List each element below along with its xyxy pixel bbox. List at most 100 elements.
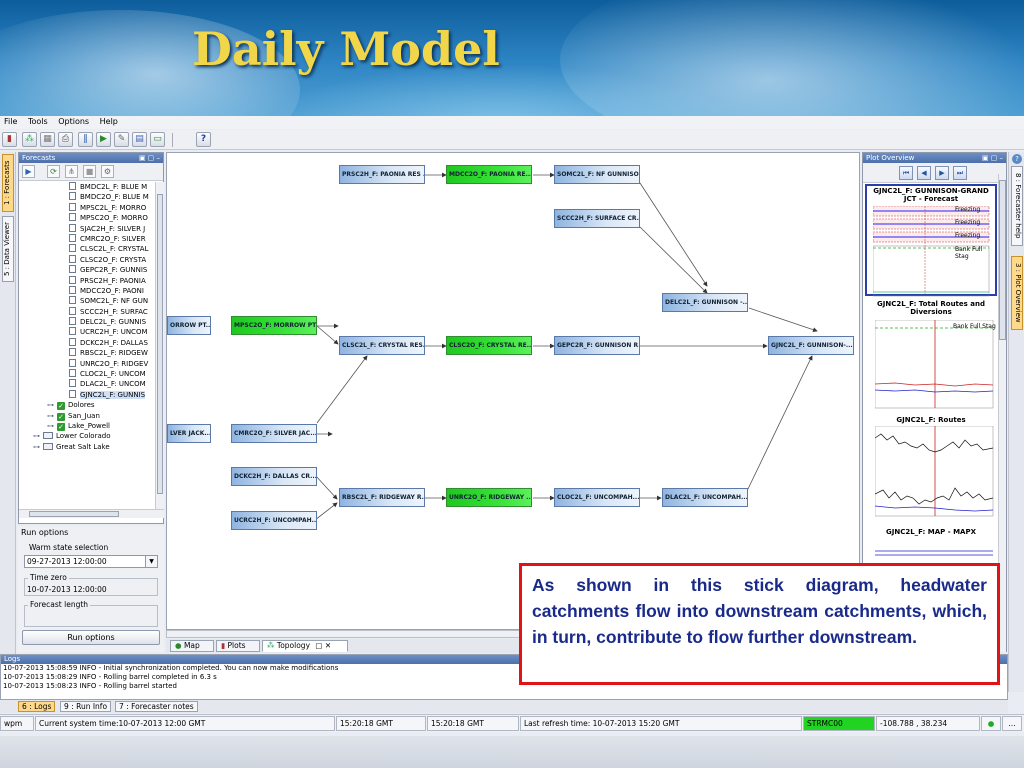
tab-logs[interactable]: 6 : Logs [18,701,56,712]
plot-card-routes[interactable]: GJNC2L_F: Routes [865,416,997,524]
tree-item[interactable]: DCKC2H_F: DALLAS [19,337,155,348]
tree-horizontal-scrollbar[interactable] [19,509,164,518]
tree-group[interactable]: ⊶ ✓ Lake_Powell [19,421,155,431]
menu-tools[interactable]: Tools [24,116,52,127]
node-prsc2h[interactable]: PRSC2H_F: PAONIA RES ... [339,165,425,184]
node-ucrc2h[interactable]: UCRC2H_F: UNCOMPAH... [231,511,317,530]
tree-item[interactable]: PRSC2H_F: PAONIA [19,275,155,286]
tree-item[interactable]: BMDC2O_F: BLUE M [19,192,155,202]
plot-card-forecast[interactable]: GJNC2L_F: GUNNISON-GRAND JCT - Forecast … [865,184,997,297]
expand-toggle-icon[interactable]: ⊶ [33,442,43,452]
run-options-button[interactable]: Run options [22,630,160,645]
tree-folder[interactable]: ⊶ Great Salt Lake [19,442,155,452]
tree-item[interactable]: MDCC2O_F: PAONI [19,285,155,296]
network-icon[interactable]: ⁂ [22,132,37,147]
previous-icon[interactable]: ◀ [917,166,931,180]
tree-item[interactable]: SCCC2H_F: SURFAC [19,306,155,317]
tab-plot-overview[interactable]: 3 : Plot Overview [1011,256,1023,330]
expand-toggle-icon[interactable]: ⊶ [47,400,57,410]
tab-forecaster-help[interactable]: 8 : Forecaster help [1011,166,1023,246]
node-clsc2o[interactable]: CLSC2O_F: CRYSTAL RE... [446,336,532,355]
grid-icon[interactable]: ▦ [40,132,55,147]
tree-item[interactable]: DELC2L_F: GUNNIS [19,317,155,327]
first-icon[interactable]: ⏮ [899,166,913,180]
tab-forecasts[interactable]: 1 : Forecasts [2,154,14,212]
tree-item[interactable]: UCRC2H_F: UNCOM [19,327,155,337]
node-unrc2o[interactable]: UNRC2O_F: RIDGEWAY ... [446,488,532,507]
node-gepc2r[interactable]: GEPC2R_F: GUNNISON R... [554,336,640,355]
tree-item[interactable]: CLOC2L_F: UNCOM [19,369,155,379]
tab-map[interactable]: ● Map [170,640,214,652]
node-silver[interactable]: LVER JACK... [167,424,211,443]
menu-options[interactable]: Options [54,116,93,127]
node-clsc2l[interactable]: CLSC2L_F: CRYSTAL RES... [339,336,425,355]
tree-item[interactable]: DLAC2L_F: UNCOM [19,379,155,389]
checkbox-icon[interactable]: ✓ [57,402,65,411]
tree-item[interactable]: GJNC2L_F: GUNNIS [19,389,155,400]
scrollbar-thumb[interactable] [999,180,1006,340]
tab-forecaster-notes[interactable]: 7 : Forecaster notes [115,701,198,712]
expand-toggle-icon[interactable]: ⊶ [47,421,57,431]
tree-item[interactable]: MPSC2O_F: MORRO [19,213,155,223]
tree-group[interactable]: ⊶ ✓ San_Juan [19,411,155,421]
tree-item[interactable]: CMRC2O_F: SILVER [19,233,155,244]
help-icon[interactable]: ? [1012,154,1022,164]
document-icon[interactable]: ▤ [132,132,147,147]
tree-item[interactable]: MPSC2L_F: MORRO [19,202,155,213]
status-more[interactable]: ... [1002,716,1022,731]
play-icon[interactable]: ▶ [22,165,35,178]
hierarchy-icon[interactable]: ⋔ [65,165,78,178]
panel-window-controls[interactable]: ▣ ▢ – [982,153,1003,163]
tree-item[interactable]: CLSC2O_F: CRYSTA [19,254,155,265]
node-cloc2l[interactable]: CLOC2L_F: UNCOMPAH... [554,488,640,507]
scrollbar-thumb[interactable] [157,194,163,494]
help-button[interactable]: ? [196,132,211,147]
tree-item[interactable]: CLSC2L_F: CRYSTAL [19,244,155,254]
menu-file[interactable]: File [0,116,21,127]
tree-vertical-scrollbar[interactable] [155,182,164,509]
last-icon[interactable]: ⏭ [953,166,967,180]
refresh-icon[interactable]: ⟳ [47,165,60,178]
tree-folder[interactable]: ⊶ Lower Colorado [19,431,155,441]
checkbox-icon[interactable]: ✓ [57,422,65,431]
tab-plots[interactable]: ▮ Plots [216,640,260,652]
tab-data-viewer[interactable]: 5 : Data Viewer [2,216,14,282]
node-rbsc2l[interactable]: RBSC2L_F: RIDGEWAY R... [339,488,425,507]
tree-item[interactable]: SOMC2L_F: NF GUN [19,296,155,306]
window-controls-icon[interactable]: ▢ ✕ [315,641,331,650]
tree-item[interactable]: UNRC2O_F: RIDGEV [19,358,155,369]
tab-topology[interactable]: ⁂ Topology ▢ ✕ [262,640,348,652]
chart-icon[interactable]: ▮ [2,132,17,147]
node-sccc2h[interactable]: SCCC2H_F: SURFACE CR... [554,209,640,228]
edit-icon[interactable]: ✎ [114,132,129,147]
node-dlac2l[interactable]: DLAC2L_F: UNCOMPAH... [662,488,748,507]
stop-icon[interactable]: ■ [83,165,96,178]
node-somc2l[interactable]: SOMC2L_F: NF GUNNISO... [554,165,640,184]
columns-icon[interactable]: ‖ [78,132,93,147]
tree-item[interactable]: GEPC2R_F: GUNNIS [19,265,155,275]
expand-toggle-icon[interactable]: ⊶ [33,431,43,441]
node-dckc2h[interactable]: DCKC2H_F: DALLAS CR... [231,467,317,486]
plot-card-map[interactable]: GJNC2L_F: MAP - MAPX [865,528,997,558]
scrollbar-thumb[interactable] [29,511,119,517]
checkbox-icon[interactable]: ✓ [57,412,65,421]
print-icon[interactable]: ⎙ [58,132,73,147]
node-mdcc2o[interactable]: MDCC2O_F: PAONIA RE... [446,165,532,184]
tree-group[interactable]: ⊶ ✓ Dolores [19,400,155,411]
menu-help[interactable]: Help [96,116,122,127]
tree-item[interactable]: RBSC2L_F: RIDGEW [19,348,155,358]
node-cmrc2o[interactable]: CMRC2O_F: SILVER JAC... [231,424,317,443]
plot-card-total-routes[interactable]: GJNC2L_F: Total Routes and Diversions Ba… [865,300,997,412]
run-icon[interactable]: ▶ [96,132,111,147]
window-icon[interactable]: ▭ [150,132,165,147]
node-mpsc2o[interactable]: MPSC2O_F: MORROW PT... [231,316,317,335]
tree-item[interactable]: BMDC2L_F: BLUE M [19,182,155,192]
panel-window-controls[interactable]: ▣ ▢ – [139,153,160,163]
settings-icon[interactable]: ⚙ [101,165,114,178]
node-morrow[interactable]: ORROW PT... [167,316,211,335]
next-icon[interactable]: ▶ [935,166,949,180]
chevron-down-icon[interactable]: ▼ [145,556,157,567]
tab-run-info[interactable]: 9 : Run Info [60,701,112,712]
warm-state-select[interactable]: 09-27-2013 12:00:00 ▼ [24,555,158,568]
node-gjnc2l[interactable]: GJNC2L_F: GUNNISON-... [768,336,854,355]
